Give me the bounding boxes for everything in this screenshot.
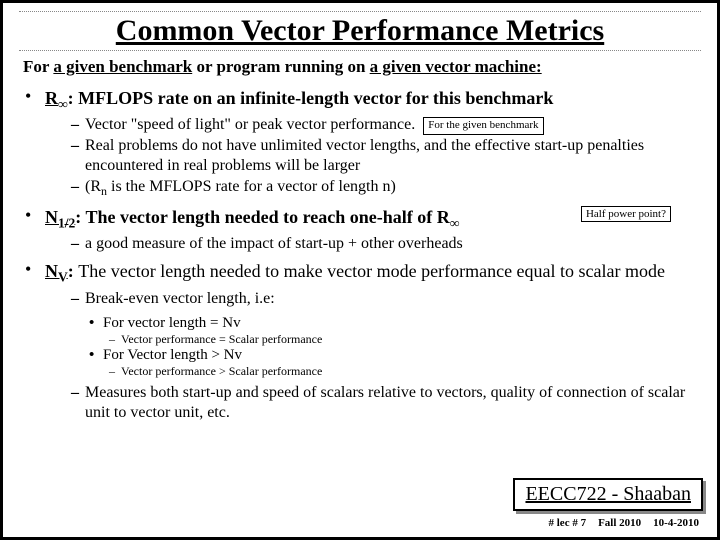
nv-b2: For Vector length > Nv (103, 347, 242, 364)
intro-u1: a given benchmark (53, 57, 192, 76)
n12-desc: The vector length needed to reach one-ha… (85, 207, 449, 227)
footer-term: Fall 2010 (598, 517, 641, 529)
rinf-term: R (45, 88, 58, 108)
nv-d2: Measures both start-up and speed of scal… (85, 383, 701, 423)
intro-mid: or program running on (192, 57, 369, 76)
n12-d1: a good measure of the impact of start-up… (85, 234, 701, 254)
item-rinf: • R∞: MFLOPS rate on an infinite-length … (19, 87, 701, 200)
nv-colon: : (68, 261, 79, 281)
course-footer: EECC722 - Shaaban (513, 478, 703, 511)
slide-title: Common Vector Performance Metrics (19, 11, 701, 51)
bullet-icon: • (25, 206, 45, 226)
rinf-d3: (Rn is the MFLOPS rate for a vector of l… (85, 177, 701, 199)
nv-b2-d: Vector performance > Scalar performance (121, 364, 322, 379)
n12-term: N (45, 207, 58, 227)
rinf-d1: Vector "speed of light" or peak vector p… (85, 115, 701, 135)
footer-lec: # lec # 7 (549, 517, 587, 529)
nv-desc: The vector length needed to make vector … (78, 261, 665, 281)
rinf-colon: : (68, 88, 79, 108)
nv-sub: V (58, 270, 68, 285)
item-nv: • NV: The vector length needed to make v… (19, 260, 701, 422)
rinf-d2: Real problems do not have unlimited vect… (85, 136, 701, 176)
rinf-desc: MFLOPS rate on an infinite-length vector… (78, 88, 553, 108)
nv-b1-d: Vector performance = Scalar performance (121, 332, 322, 347)
footer-meta: # lec # 7 Fall 2010 10-4-2010 (549, 517, 700, 529)
rinf-d1-note: For the given benchmark (423, 117, 543, 135)
rinf-sub: ∞ (58, 97, 68, 112)
intro-u2: a given vector machine: (370, 57, 542, 76)
intro-line: For a given benchmark or program running… (23, 57, 701, 77)
intro-pre: For (23, 57, 53, 76)
nv-term: N (45, 261, 58, 281)
n12-colon: : (75, 207, 85, 227)
footer-date: 10-4-2010 (653, 517, 699, 529)
nv-d1: Break-even vector length, i.e: (85, 289, 701, 309)
n12-desc-sub: ∞ (450, 215, 460, 230)
n12-sub: 1/2 (58, 215, 75, 230)
bullet-icon: • (25, 87, 45, 107)
item-n12: • N1/2: The vector length needed to reac… (19, 206, 701, 254)
n12-note: Half power point? (581, 206, 671, 222)
bullet-icon: • (25, 260, 45, 280)
nv-b1: For vector length = Nv (103, 315, 241, 332)
